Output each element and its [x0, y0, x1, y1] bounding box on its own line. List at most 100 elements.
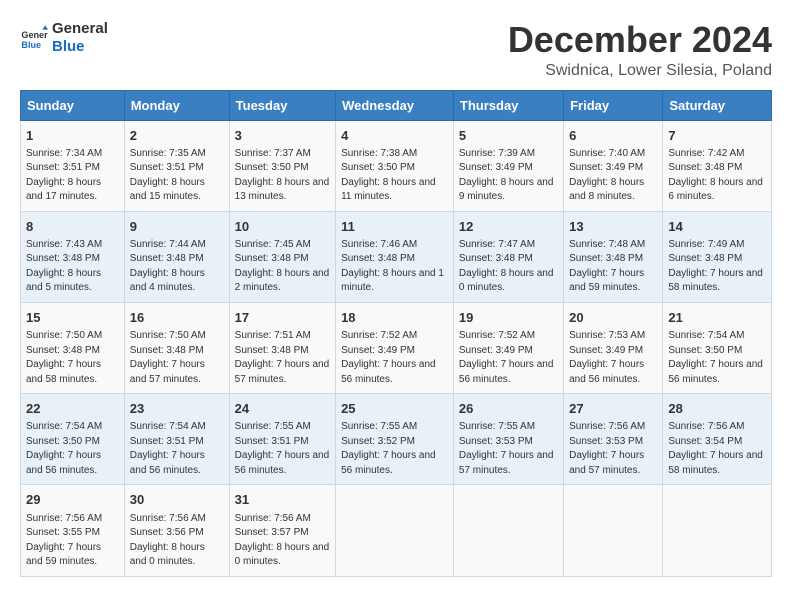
day-number: 4 [341, 127, 448, 145]
cell-info: Sunrise: 7:52 AMSunset: 3:49 PMDaylight:… [341, 329, 448, 387]
cell-info: Sunrise: 7:35 AMSunset: 3:51 PMDaylight:… [130, 147, 224, 205]
col-friday: Friday [564, 90, 663, 120]
calendar-cell: 18 Sunrise: 7:52 AMSunset: 3:49 PMDayligh… [336, 302, 454, 393]
logo-icon: General Blue [20, 24, 48, 52]
calendar-row: 29Sunrise: 7:56 AMSunset: 3:55 PMDayligh… [21, 485, 772, 576]
cell-info: Sunrise: 7:55 AMSunset: 3:53 PMDaylight:… [459, 420, 558, 478]
day-number: 30 [130, 491, 224, 509]
calendar-cell: 7Sunrise: 7:42 AMSunset: 3:48 PMDaylight… [663, 120, 772, 211]
day-number: 7 [668, 127, 766, 145]
calendar-cell: 21 Sunrise: 7:54 AMSunset: 3:50 PMDayligh… [663, 302, 772, 393]
calendar-cell: 10 Sunrise: 7:45 AMSunset: 3:48 PMDayligh… [229, 211, 335, 302]
day-number: 25 [341, 400, 448, 418]
day-number: 8 [26, 218, 119, 236]
calendar-cell [564, 485, 663, 576]
day-number: 5 [459, 127, 558, 145]
calendar-cell: 30 Sunrise: 7:56 AMSunset: 3:56 PMDayligh… [124, 485, 229, 576]
cell-info: Sunrise: 7:54 AMSunset: 3:50 PMDaylight:… [26, 420, 119, 478]
col-tuesday: Tuesday [229, 90, 335, 120]
calendar-cell: 2Sunrise: 7:35 AMSunset: 3:51 PMDaylight… [124, 120, 229, 211]
calendar-cell: 14 Sunrise: 7:49 AMSunset: 3:48 PMDayligh… [663, 211, 772, 302]
calendar-cell: 26 Sunrise: 7:55 AMSunset: 3:53 PMDayligh… [453, 394, 563, 485]
calendar-cell: 20Sunrise: 7:53 AMSunset: 3:49 PMDayligh… [564, 302, 663, 393]
day-number: 27 [569, 400, 657, 418]
logo-blue: Blue [52, 38, 108, 56]
cell-info: Sunrise: 7:51 AMSunset: 3:48 PMDaylight:… [235, 329, 330, 387]
cell-info: Sunrise: 7:56 AMSunset: 3:53 PMDaylight:… [569, 420, 657, 478]
day-number: 18 [341, 309, 448, 327]
calendar-cell: 23 Sunrise: 7:54 AMSunset: 3:51 PMDayligh… [124, 394, 229, 485]
svg-text:Blue: Blue [21, 40, 41, 50]
calendar-row: 15 Sunrise: 7:50 AMSunset: 3:48 PMDayligh… [21, 302, 772, 393]
day-number: 23 [130, 400, 224, 418]
calendar-cell: 29Sunrise: 7:56 AMSunset: 3:55 PMDayligh… [21, 485, 125, 576]
page-header: General Blue General Blue December 2024 … [20, 20, 772, 80]
cell-info: Sunrise: 7:56 AMSunset: 3:55 PMDaylight:… [26, 512, 119, 570]
calendar-cell [663, 485, 772, 576]
calendar-cell: 9Sunrise: 7:44 AMSunset: 3:48 PMDaylight… [124, 211, 229, 302]
cell-info: Sunrise: 7:39 AMSunset: 3:49 PMDaylight:… [459, 147, 558, 205]
calendar-cell: 5 Sunrise: 7:39 AMSunset: 3:49 PMDaylight… [453, 120, 563, 211]
day-number: 10 [235, 218, 330, 236]
day-number: 20 [569, 309, 657, 327]
cell-info: Sunrise: 7:40 AMSunset: 3:49 PMDaylight:… [569, 147, 657, 205]
cell-info: Sunrise: 7:56 AMSunset: 3:57 PMDaylight:… [235, 512, 330, 570]
calendar-cell: 22 Sunrise: 7:54 AMSunset: 3:50 PMDayligh… [21, 394, 125, 485]
day-number: 12 [459, 218, 558, 236]
day-number: 3 [235, 127, 330, 145]
day-number: 16 [130, 309, 224, 327]
day-number: 1 [26, 127, 119, 145]
cell-info: Sunrise: 7:44 AMSunset: 3:48 PMDaylight:… [130, 238, 224, 296]
cell-info: Sunrise: 7:52 AMSunset: 3:49 PMDaylight:… [459, 329, 558, 387]
location-subtitle: Swidnica, Lower Silesia, Poland [508, 62, 772, 80]
day-number: 17 [235, 309, 330, 327]
calendar-cell: 4 Sunrise: 7:38 AMSunset: 3:50 PMDaylight… [336, 120, 454, 211]
calendar-cell [336, 485, 454, 576]
cell-info: Sunrise: 7:50 AMSunset: 3:48 PMDaylight:… [130, 329, 224, 387]
cell-info: Sunrise: 7:55 AMSunset: 3:52 PMDaylight:… [341, 420, 448, 478]
calendar-cell: 6 Sunrise: 7:40 AMSunset: 3:49 PMDaylight… [564, 120, 663, 211]
calendar-cell: 16 Sunrise: 7:50 AMSunset: 3:48 PMDayligh… [124, 302, 229, 393]
day-number: 26 [459, 400, 558, 418]
col-wednesday: Wednesday [336, 90, 454, 120]
svg-text:General: General [21, 30, 48, 40]
day-number: 24 [235, 400, 330, 418]
cell-info: Sunrise: 7:50 AMSunset: 3:48 PMDaylight:… [26, 329, 119, 387]
calendar-cell: 19Sunrise: 7:52 AMSunset: 3:49 PMDayligh… [453, 302, 563, 393]
day-number: 13 [569, 218, 657, 236]
calendar-cell: 25 Sunrise: 7:55 AMSunset: 3:52 PMDayligh… [336, 394, 454, 485]
day-number: 6 [569, 127, 657, 145]
day-number: 21 [668, 309, 766, 327]
day-number: 28 [668, 400, 766, 418]
calendar-row: 1Sunrise: 7:34 AMSunset: 3:51 PMDaylight… [21, 120, 772, 211]
day-number: 15 [26, 309, 119, 327]
calendar-cell: 24 Sunrise: 7:55 AMSunset: 3:51 PMDayligh… [229, 394, 335, 485]
cell-info: Sunrise: 7:37 AMSunset: 3:50 PMDaylight:… [235, 147, 330, 205]
day-number: 31 [235, 491, 330, 509]
day-number: 22 [26, 400, 119, 418]
cell-info: Sunrise: 7:54 AMSunset: 3:50 PMDaylight:… [668, 329, 766, 387]
calendar-cell: 3 Sunrise: 7:37 AMSunset: 3:50 PMDaylight… [229, 120, 335, 211]
calendar-cell: 13 Sunrise: 7:48 AMSunset: 3:48 PMDayligh… [564, 211, 663, 302]
calendar-cell [453, 485, 563, 576]
calendar-cell: 27 Sunrise: 7:56 AMSunset: 3:53 PMDayligh… [564, 394, 663, 485]
logo: General Blue General Blue [20, 20, 108, 56]
cell-info: Sunrise: 7:55 AMSunset: 3:51 PMDaylight:… [235, 420, 330, 478]
col-thursday: Thursday [453, 90, 563, 120]
cell-info: Sunrise: 7:56 AMSunset: 3:56 PMDaylight:… [130, 512, 224, 570]
calendar-row: 8Sunrise: 7:43 AMSunset: 3:48 PMDaylight… [21, 211, 772, 302]
cell-info: Sunrise: 7:47 AMSunset: 3:48 PMDaylight:… [459, 238, 558, 296]
day-number: 14 [668, 218, 766, 236]
col-monday: Monday [124, 90, 229, 120]
day-number: 11 [341, 218, 448, 236]
calendar-cell: 31 Sunrise: 7:56 AMSunset: 3:57 PMDayligh… [229, 485, 335, 576]
cell-info: Sunrise: 7:38 AMSunset: 3:50 PMDaylight:… [341, 147, 448, 205]
cell-info: Sunrise: 7:46 AMSunset: 3:48 PMDaylight:… [341, 238, 448, 296]
cell-info: Sunrise: 7:45 AMSunset: 3:48 PMDaylight:… [235, 238, 330, 296]
cell-info: Sunrise: 7:49 AMSunset: 3:48 PMDaylight:… [668, 238, 766, 296]
cell-info: Sunrise: 7:48 AMSunset: 3:48 PMDaylight:… [569, 238, 657, 296]
cell-info: Sunrise: 7:54 AMSunset: 3:51 PMDaylight:… [130, 420, 224, 478]
month-title: December 2024 [508, 20, 772, 60]
calendar-cell: 17 Sunrise: 7:51 AMSunset: 3:48 PMDayligh… [229, 302, 335, 393]
col-sunday: Sunday [21, 90, 125, 120]
